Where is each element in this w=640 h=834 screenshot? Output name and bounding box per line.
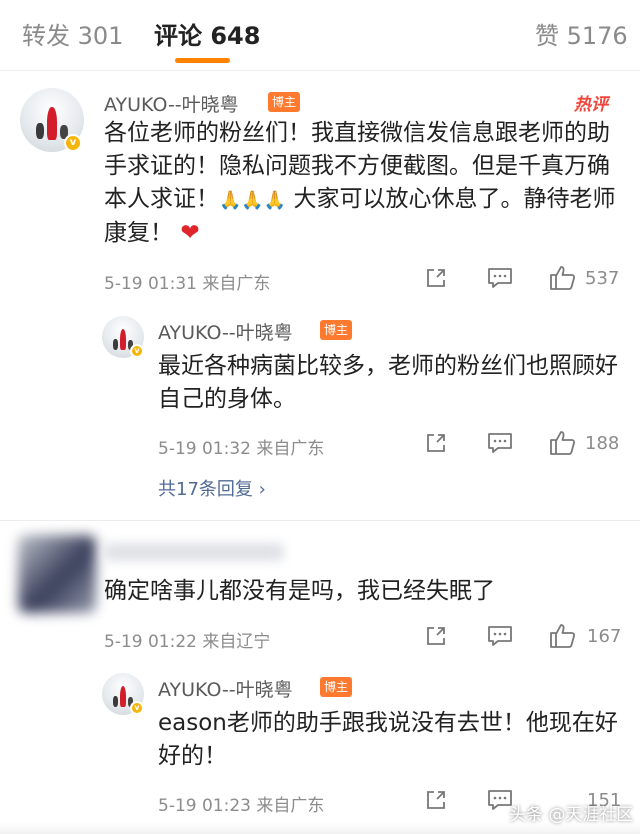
like-count: 537 xyxy=(585,268,620,289)
comment-username[interactable]: AYUKO--叶晓粤 xyxy=(104,90,239,117)
verified-badge-icon: v xyxy=(130,701,144,715)
reply-meta: 5-19 01:23 来自广东 xyxy=(158,796,325,816)
thumbs-up-icon[interactable] xyxy=(548,264,576,291)
clap-emoji: 🙏🙏🙏 xyxy=(219,190,287,211)
verified-badge-icon: v xyxy=(64,134,82,152)
thumbs-up-icon[interactable] xyxy=(548,429,576,456)
avatar[interactable] xyxy=(18,535,96,613)
share-icon[interactable] xyxy=(424,266,448,290)
reply-text: 最近各种病菌比较多，老师的粉丝们也照顾好自己的身体。 xyxy=(158,353,618,412)
tab-likes[interactable]: 赞 5176 xyxy=(535,16,628,51)
comment-meta: 5-19 01:31 来自广东 xyxy=(104,274,271,294)
comment-divider xyxy=(0,520,640,521)
comment-tabs: 转发 301 评论 648 赞 5176 xyxy=(0,0,640,70)
comment-meta: 5-19 01:22 来自辽宁 xyxy=(104,632,271,652)
like-count: 188 xyxy=(585,433,620,454)
hot-comment-badge: 热评 xyxy=(574,95,608,115)
reply-text: eason老师的助手跟我说没有去世！他现在好好的！ xyxy=(158,710,618,769)
tab-repost[interactable]: 转发 301 xyxy=(22,16,123,51)
comment-text: 确定啥事儿都没有是吗，我已经失眠了 xyxy=(104,578,495,604)
reply-username[interactable]: AYUKO--叶晓粤 xyxy=(158,675,293,702)
share-icon[interactable] xyxy=(424,624,448,648)
comment-text: 各位老师的粉丝们！我直接微信发信息跟老师的助手求证的！隐私问题我不方便截图。但是… xyxy=(104,117,620,250)
heart-emoji: ❤ xyxy=(180,220,200,246)
verified-badge-icon: v xyxy=(130,344,144,358)
comment-icon[interactable] xyxy=(487,431,513,455)
more-replies-link[interactable]: 共17条回复 › xyxy=(158,475,266,501)
comment-icon[interactable] xyxy=(487,266,513,290)
author-tag: 博主 xyxy=(320,677,353,697)
active-tab-indicator xyxy=(175,58,230,63)
share-icon[interactable] xyxy=(424,788,448,812)
author-tag: 博主 xyxy=(320,320,353,340)
comment-icon[interactable] xyxy=(487,624,513,648)
tab-comments[interactable]: 评论 648 xyxy=(154,16,260,51)
author-tag: 博主 xyxy=(268,92,301,112)
reply-meta: 5-19 01:32 来自广东 xyxy=(158,439,325,459)
watermark: 头条 @天涯社区 xyxy=(509,805,634,825)
like-count: 167 xyxy=(587,626,622,647)
comment-username[interactable] xyxy=(104,543,284,561)
tabs-divider xyxy=(0,70,640,71)
share-icon[interactable] xyxy=(424,431,448,455)
thumbs-up-icon[interactable] xyxy=(548,622,576,649)
reply-username[interactable]: AYUKO--叶晓粤 xyxy=(158,318,293,345)
